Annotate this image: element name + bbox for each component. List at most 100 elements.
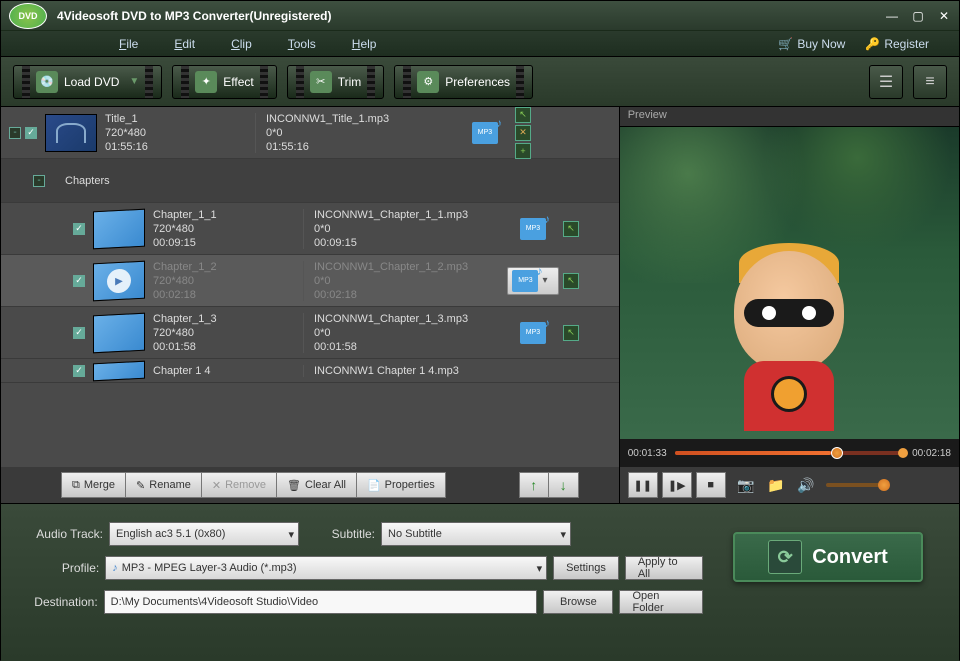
preferences-button[interactable]: ⚙Preferences [394, 65, 533, 99]
chapter-name: Chapter_1_3 [153, 313, 303, 325]
chapter-row[interactable]: ✓ Chapter_1_3 720*480 00:01:58 INCONNW1_… [1, 307, 619, 359]
gear-icon: ⚙ [417, 71, 439, 93]
subtitle-label: Subtitle: [305, 527, 375, 541]
file-list: - ✓ Title_1 720*480 01:55:16 INCONNW1_Ti… [1, 107, 619, 467]
seek-slider[interactable] [675, 451, 904, 455]
pause-button[interactable]: ❚❚ [628, 472, 658, 498]
chapters-header[interactable]: - Chapters [1, 159, 619, 203]
trim-icon: ✂ [310, 71, 332, 93]
volume-icon[interactable]: 🔊 [796, 475, 816, 495]
chapter-row[interactable]: ✓ Chapter_1_1 720*480 00:09:15 INCONNW1_… [1, 203, 619, 255]
playback-controls: ❚❚ ❚▶ ■ 📷 📁 🔊 [620, 467, 959, 503]
stop-button[interactable]: ■ [696, 472, 726, 498]
timeline: 00:01:33 00:02:18 [620, 439, 959, 467]
remove-icon[interactable]: ✕ [515, 125, 531, 141]
checkbox[interactable]: ✓ [73, 365, 85, 377]
time-position: 00:01:33 [628, 448, 667, 459]
title-out: INCONNW1_Title_1.mp3 [266, 113, 455, 125]
time-total: 00:02:18 [912, 448, 951, 459]
chapter-icon [93, 312, 145, 353]
close-button[interactable]: ✕ [937, 9, 951, 23]
effect-icon: ✦ [195, 71, 217, 93]
menu-help[interactable]: Help [334, 37, 395, 51]
move-up-button[interactable]: ↑ [519, 472, 549, 498]
chapter-row[interactable]: ✓ Chapter 1 4 INCONNW1 Chapter 1 4.mp3 [1, 359, 619, 383]
title-thumbnail-icon [45, 114, 97, 152]
chapter-playing-icon [93, 260, 145, 301]
snapshot-icon[interactable]: 📷 [736, 475, 756, 495]
step-button[interactable]: ❚▶ [662, 472, 692, 498]
chapters-label: Chapters [65, 175, 215, 187]
checkbox[interactable]: ✓ [73, 327, 85, 339]
convert-button[interactable]: ⟳ Convert [733, 532, 923, 582]
expand-icon[interactable]: ↖ [563, 273, 579, 289]
audiotrack-combo[interactable]: English ac3 5.1 (0x80) [109, 522, 299, 546]
bottom-panel: Audio Track: English ac3 5.1 (0x80) Subt… [1, 503, 959, 661]
expand-icon[interactable]: ↖ [563, 325, 579, 341]
open-folder-button[interactable]: Open Folder [619, 590, 703, 614]
collapse-icon[interactable]: - [9, 127, 21, 139]
trim-button[interactable]: ✂Trim [287, 65, 385, 99]
menu-clip[interactable]: Clip [213, 37, 270, 51]
view-grid-button[interactable]: ≡ [913, 65, 947, 99]
effect-button[interactable]: ✦Effect [172, 65, 276, 99]
open-folder-icon[interactable]: 📁 [766, 475, 786, 495]
profile-label: Profile: [13, 561, 99, 575]
chapter-name: Chapter_1_1 [153, 209, 303, 221]
add-icon[interactable]: + [515, 143, 531, 159]
load-dvd-button[interactable]: 💿Load DVD▼ [13, 65, 162, 99]
preview-video [620, 127, 959, 439]
checkbox[interactable]: ✓ [25, 127, 37, 139]
menu-tools[interactable]: Tools [270, 37, 334, 51]
settings-button[interactable]: Settings [553, 556, 619, 580]
clear-all-button[interactable]: 🗑 Clear All [277, 472, 357, 498]
mp3-format-icon[interactable]: MP3 [520, 322, 546, 344]
profile-dropdown[interactable]: MP3▾ [507, 267, 558, 295]
remove-button[interactable]: ✕ Remove [202, 472, 277, 498]
destination-field[interactable]: D:\My Documents\4Videosoft Studio\Video [104, 590, 538, 614]
preview-label: Preview [620, 107, 959, 127]
file-list-panel: - ✓ Title_1 720*480 01:55:16 INCONNW1_Ti… [1, 107, 620, 503]
minimize-button[interactable]: — [885, 9, 899, 23]
title-row[interactable]: - ✓ Title_1 720*480 01:55:16 INCONNW1_Ti… [1, 107, 619, 159]
mp3-format-icon[interactable]: MP3 [472, 122, 498, 144]
view-list-button[interactable]: ☰ [869, 65, 903, 99]
menu-edit[interactable]: Edit [156, 37, 213, 51]
menu-file[interactable]: File [101, 37, 156, 51]
chapter-row[interactable]: ✓ Chapter_1_2 720*480 00:02:18 INCONNW1_… [1, 255, 619, 307]
browse-button[interactable]: Browse [543, 590, 613, 614]
title-bar: DVD 4Videosoft DVD to MP3 Converter(Unre… [1, 1, 959, 31]
collapse-icon[interactable]: - [33, 175, 45, 187]
expand-icon[interactable]: ↖ [563, 221, 579, 237]
chevron-down-icon[interactable]: ▼ [129, 76, 139, 87]
app-logo-icon: DVD [9, 3, 47, 29]
merge-button[interactable]: ⧉ Merge [61, 472, 126, 498]
title-name: Title_1 [105, 113, 255, 125]
dvd-icon: 💿 [36, 71, 58, 93]
title-dur: 01:55:16 [105, 141, 255, 153]
destination-label: Destination: [13, 595, 98, 609]
output-settings: Audio Track: English ac3 5.1 (0x80) Subt… [13, 522, 703, 643]
checkbox[interactable]: ✓ [73, 223, 85, 235]
chapter-name: Chapter_1_2 [153, 261, 303, 273]
chapter-icon [93, 208, 145, 249]
maximize-button[interactable]: ▢ [911, 9, 925, 23]
mp3-format-icon: MP3 [512, 270, 538, 292]
buy-now-link[interactable]: 🛒Buy Now [768, 37, 855, 51]
checkbox[interactable]: ✓ [73, 275, 85, 287]
app-window: DVD 4Videosoft DVD to MP3 Converter(Unre… [0, 0, 960, 660]
convert-icon: ⟳ [768, 540, 802, 574]
apply-all-button[interactable]: Apply to All [625, 556, 703, 580]
audiotrack-label: Audio Track: [13, 527, 103, 541]
volume-slider[interactable] [826, 483, 886, 487]
properties-button[interactable]: 📄 Properties [357, 472, 446, 498]
mp3-format-icon[interactable]: MP3 [520, 218, 546, 240]
title-outdur: 01:55:16 [266, 141, 455, 153]
move-down-button[interactable]: ↓ [549, 472, 579, 498]
expand-icon[interactable]: ↖ [515, 107, 531, 123]
profile-combo[interactable]: ♪MP3 - MPEG Layer-3 Audio (*.mp3) [105, 556, 547, 580]
subtitle-combo[interactable]: No Subtitle [381, 522, 571, 546]
preview-panel: Preview 00:01:33 00:02:18 ❚❚ [620, 107, 959, 503]
register-link[interactable]: 🔑Register [855, 37, 939, 51]
rename-button[interactable]: ✎ Rename [126, 472, 202, 498]
